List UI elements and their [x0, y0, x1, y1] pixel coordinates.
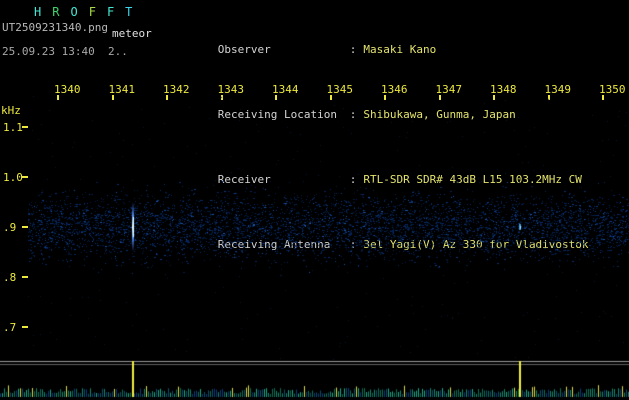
y-tick-label: .9	[3, 221, 17, 234]
y-axis-unit: kHz	[1, 104, 21, 117]
info-value: Masaki Kano	[363, 43, 437, 56]
app-title: HROFFT	[34, 5, 143, 19]
app-title-letter: F	[88, 5, 96, 19]
info-label: Observer	[217, 43, 271, 56]
y-tick-label: 1.1	[3, 121, 23, 134]
y-tick-label: .8	[3, 271, 17, 284]
y-tick-label: 1.0	[3, 171, 23, 184]
app-title-letter: R	[52, 5, 60, 19]
mode-label: meteor	[112, 27, 152, 40]
app-title-letter: H	[34, 5, 42, 19]
y-tick-label: .7	[3, 321, 17, 334]
signal-strip-canvas	[0, 360, 629, 400]
datetime-label: 25.09.23 13:40 2..	[2, 45, 128, 58]
app-title-letter: T	[125, 5, 133, 19]
info-row: Observer: Masaki Kano	[178, 30, 589, 69]
hrofft-page: HROFFT UT2509231340.png meteor 25.09.23 …	[0, 0, 629, 400]
app-title-letter: O	[70, 5, 78, 19]
app-title-letter: F	[106, 5, 115, 19]
filename-label: UT2509231340.png	[2, 21, 108, 34]
spectrogram-canvas	[28, 95, 629, 360]
